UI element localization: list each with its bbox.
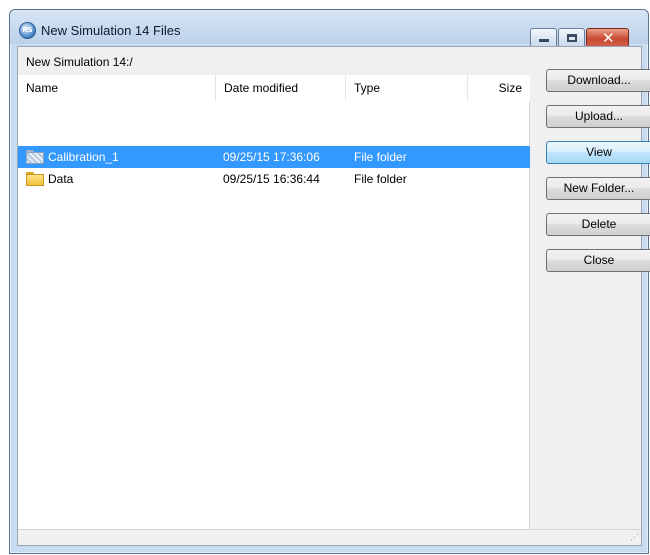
column-header-type[interactable]: Type: [346, 75, 468, 101]
delete-button[interactable]: Delete: [546, 213, 650, 236]
file-list[interactable]: Name Date modified Type Size Calibration…: [18, 75, 530, 530]
new-folder-button[interactable]: New Folder...: [546, 177, 650, 200]
files-window: RS New Simulation 14 Files ✕ New Simulat…: [9, 9, 650, 554]
column-header-name[interactable]: Name: [18, 75, 216, 101]
view-button[interactable]: View: [546, 141, 650, 164]
item-type: File folder: [354, 150, 407, 164]
rs-app-icon: RS: [19, 22, 36, 39]
folder-icon: [26, 150, 44, 164]
list-item-data[interactable]: Data 09/25/15 16:36:44 File folder: [18, 168, 530, 190]
upload-button[interactable]: Upload...: [546, 105, 650, 128]
close-window-button[interactable]: ✕: [586, 28, 629, 48]
column-header-size[interactable]: Size: [468, 75, 530, 101]
current-path-label: New Simulation 14:/: [26, 55, 133, 69]
item-name: Data: [48, 172, 74, 186]
minimize-button[interactable]: [530, 28, 557, 48]
list-header: Name Date modified Type Size: [18, 75, 530, 101]
content-panel: New Simulation 14:/ Name Date modified T…: [17, 46, 650, 546]
status-bar: ⋰: [18, 529, 641, 545]
item-date-modified: 09/25/15 17:36:06: [223, 150, 320, 164]
item-date-modified: 09/25/15 16:36:44: [223, 172, 320, 186]
maximize-button[interactable]: [558, 28, 585, 48]
list-item-calibration-1[interactable]: Calibration_1 09/25/15 17:36:06 File fol…: [18, 146, 530, 168]
resize-grip-icon[interactable]: ⋰: [630, 533, 639, 543]
window-title: New Simulation 14 Files: [41, 23, 181, 38]
download-button[interactable]: Download...: [546, 69, 650, 92]
close-button[interactable]: Close: [546, 249, 650, 272]
minimize-icon: [539, 39, 549, 42]
close-icon: ✕: [602, 29, 615, 47]
maximize-icon: [567, 34, 577, 42]
folder-icon: [26, 172, 44, 186]
item-type: File folder: [354, 172, 407, 186]
item-name: Calibration_1: [48, 150, 119, 164]
column-header-date-modified[interactable]: Date modified: [216, 75, 346, 101]
